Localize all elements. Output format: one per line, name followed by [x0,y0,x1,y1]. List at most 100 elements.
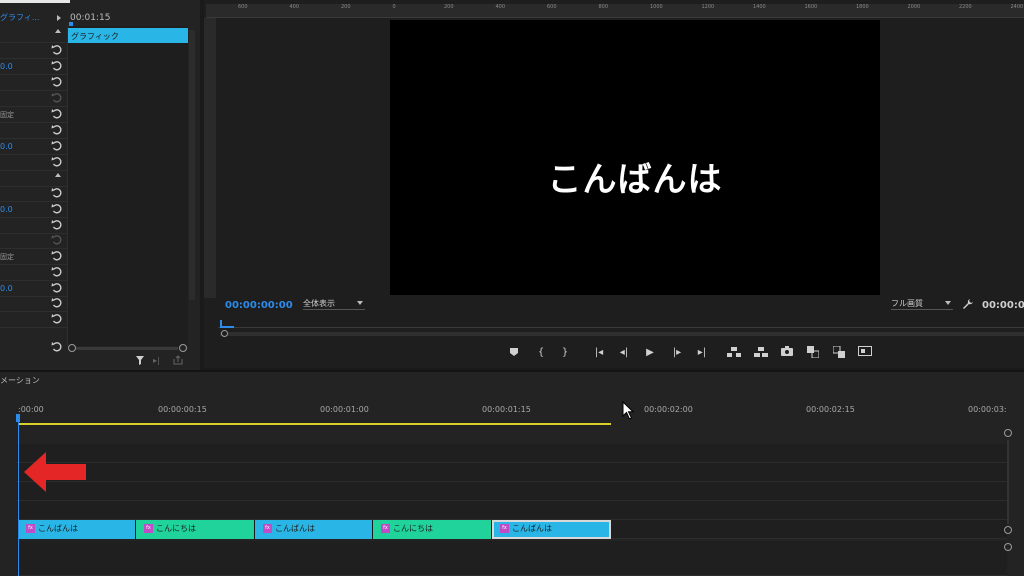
duration-timecode: 00:00:01 [982,300,1024,311]
property-text: 固定 [0,111,14,119]
property-row [0,340,67,356]
camera-icon[interactable] [780,346,794,360]
wrench-icon[interactable] [962,298,974,310]
vertical-scrollbar[interactable] [189,30,195,300]
reset-icon[interactable] [51,219,63,231]
step-back-button[interactable]: ◂| [617,346,631,360]
property-row: 0.0 [0,202,67,218]
panel-tab-highlight [0,0,70,3]
red-arrow-annotation [24,452,86,492]
video-track[interactable] [17,501,1007,520]
reset-icon[interactable] [51,297,63,309]
monitor-time-ruler[interactable] [218,318,1024,328]
video-track[interactable] [17,482,1007,501]
reset-icon[interactable] [51,108,63,120]
collapse-icon[interactable] [55,29,61,33]
ruler-tick-label: 200 [444,4,454,10]
audio-track[interactable] [17,541,1007,576]
clip-label: こんばんは [38,524,78,533]
playhead-timecode[interactable]: 00:00:00:00 [225,300,293,311]
property-value[interactable]: 0.0 [0,205,13,214]
step-forward-button[interactable]: |▸ [670,346,684,360]
ruler-label: :00:00 [18,405,44,414]
graphic-dropdown[interactable]: グラフィ... [0,12,39,23]
reset-icon[interactable] [51,60,63,72]
reset-icon[interactable] [51,124,63,136]
reset-icon[interactable] [51,156,63,168]
ruler-tick-label: 1200 [701,4,715,10]
export-icon[interactable] [173,355,183,365]
zoom-level-select[interactable]: 全体表示 [303,298,365,310]
reset-icon[interactable] [51,44,63,56]
expand-icon[interactable] [57,15,61,21]
filter-icon[interactable] [136,356,144,365]
monitor-playhead[interactable] [220,320,234,328]
reset-icon[interactable] [51,313,63,325]
fx-badge: fx [381,524,390,533]
reset-icon[interactable] [51,76,63,88]
scroll-handle[interactable] [68,344,76,352]
chevron-down-icon [945,301,951,305]
track-scrollbar[interactable] [1007,440,1009,524]
work-area-bar[interactable] [18,423,611,425]
timeline-playhead-line[interactable] [18,414,19,576]
scroll-handle[interactable] [1004,429,1012,437]
fx-badge: fx [144,524,153,533]
video-track[interactable] [17,444,1007,463]
reset-icon[interactable] [51,140,63,152]
ruler-tick-label: 2000 [907,4,921,10]
ruler-tick-label: 600 [547,4,557,10]
multicam-button[interactable] [832,345,846,360]
reset-icon[interactable] [51,203,63,215]
monitor-zoom-scrollbar[interactable] [220,332,1024,336]
property-row [0,75,67,91]
go-to-in-button[interactable]: |◂ [592,346,606,360]
property-value[interactable]: 0.0 [0,142,13,151]
reset-icon[interactable] [51,341,63,353]
play-only-icon[interactable]: ▸| [153,356,163,365]
property-row [0,43,67,59]
horizontal-ruler: 600 400 200 0 200 400 600 800 1000 1200 1400 1600 18… [206,4,1024,18]
compare-view-button[interactable] [806,346,820,360]
collapse-icon[interactable] [55,173,61,177]
scroll-handle[interactable] [179,344,187,352]
extract-button[interactable] [754,346,768,360]
playback-resolution-select[interactable]: フル画質 [891,298,953,310]
horizontal-scrollbar[interactable] [76,347,178,350]
reset-icon-disabled [51,92,63,104]
reset-icon[interactable] [51,187,63,199]
clip[interactable]: fx こんばんは [255,520,373,539]
graphic-clip-bar[interactable]: グラフィック [68,28,188,43]
mark-out-button[interactable]: } [558,346,572,360]
property-row: 固定 [0,249,67,265]
reset-icon[interactable] [51,250,63,262]
ruler-tick-label: 1800 [856,4,869,10]
clip[interactable]: fx こんばんは [18,520,136,539]
go-to-out-button[interactable]: ▸| [695,346,709,360]
clip[interactable]: fx こんにちは [136,520,255,539]
property-row [0,171,67,187]
reset-icon[interactable] [51,282,63,294]
panel-divider[interactable] [0,370,1024,372]
scroll-handle[interactable] [1004,543,1012,551]
video-preview[interactable]: こんばんは [390,20,880,295]
clip-selected[interactable]: fx こんばんは [492,520,611,539]
lift-button[interactable] [727,346,741,360]
timeline-playhead[interactable] [16,414,20,422]
clip[interactable]: fx こんにちは [373,520,492,539]
mark-in-button[interactable]: { [534,346,548,360]
property-value[interactable]: 0.0 [0,284,13,293]
property-row [0,218,67,234]
scroll-handle[interactable] [1004,526,1012,534]
scroll-handle[interactable] [221,330,228,337]
video-track[interactable] [17,463,1007,482]
property-value[interactable]: 0.0 [0,62,13,71]
safe-margins-button[interactable] [858,346,872,360]
timeline-title: メーション [0,376,40,385]
reset-icon[interactable] [51,266,63,278]
add-marker-button[interactable] [507,346,521,360]
play-button[interactable]: ▶ [643,346,657,360]
effect-controls-panel: グラフィ... 00:01:15 グラフィック 0.0 固定 0.0 0.0 固… [0,0,200,372]
panel-timecode: 00:01:15 [70,13,111,23]
ruler-tick-label: 0 [392,4,396,10]
